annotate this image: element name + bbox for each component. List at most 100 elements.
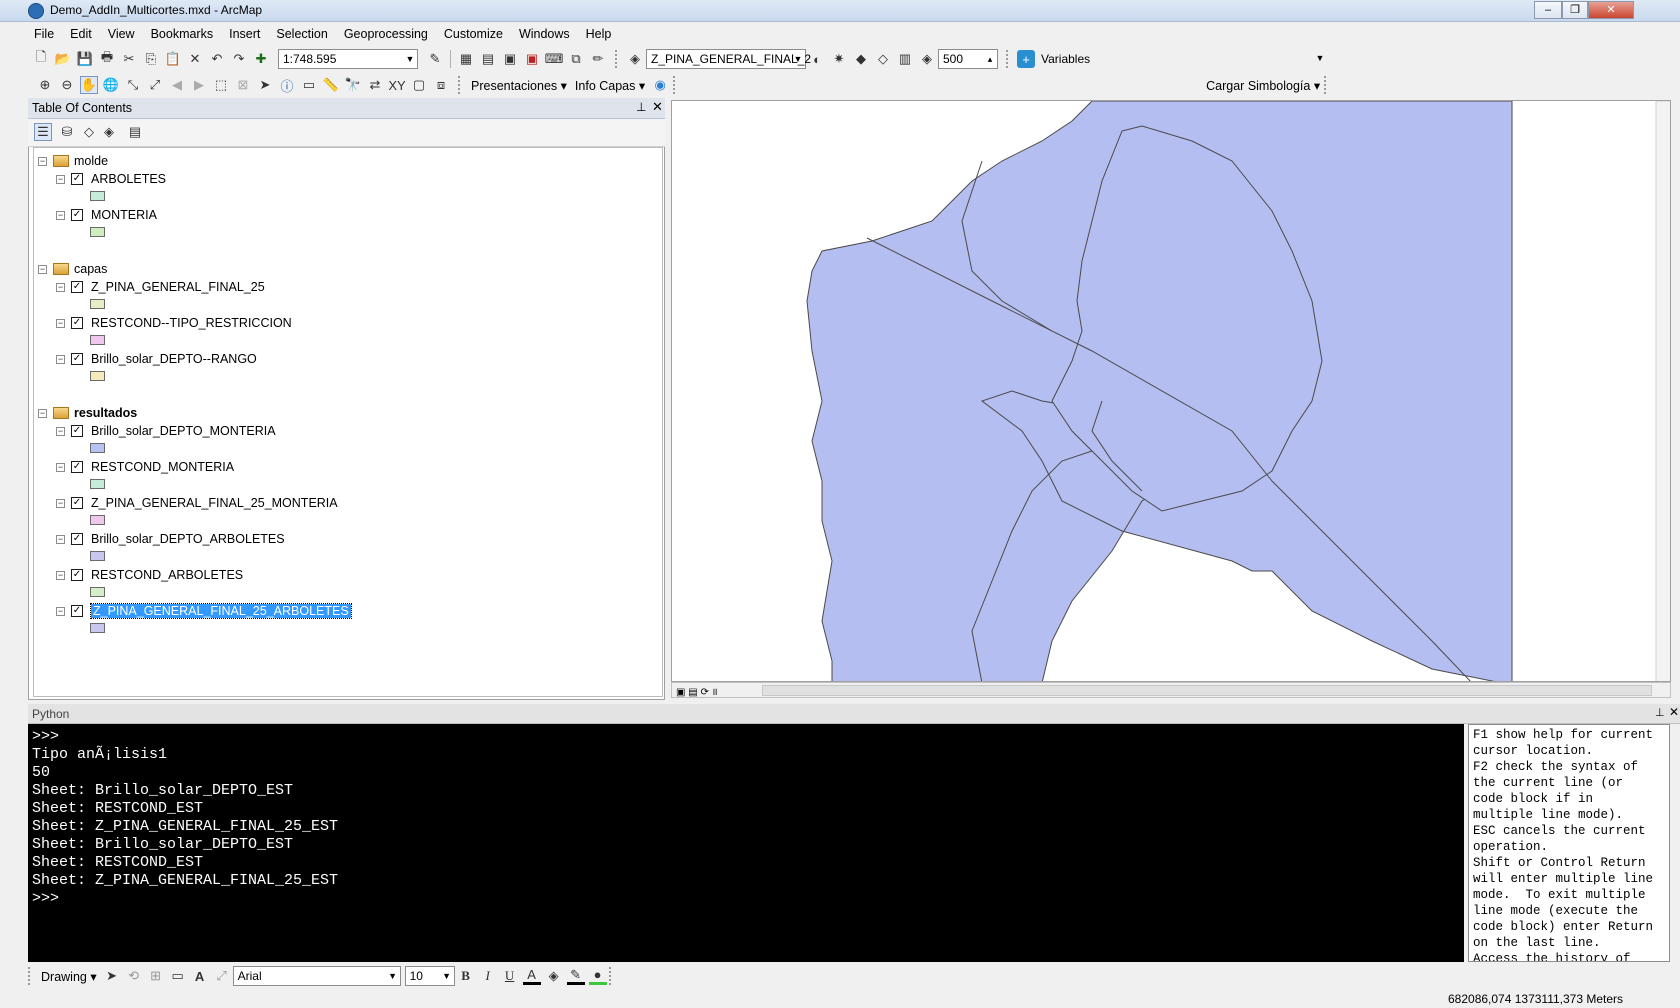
select-elements-icon[interactable]: ➤ [103,967,121,985]
layer-symbol-swatch[interactable] [90,479,105,489]
toolbar-grip[interactable] [1006,50,1012,68]
toolbar-grip[interactable] [28,967,34,985]
numeric-stepper[interactable]: 500 ▴ [938,49,998,69]
toc-layer[interactable]: − ✓ Z_PINA_GENERAL_FINAL_25_MONTERIA [56,494,338,512]
measure-icon[interactable]: 📏 [322,76,340,94]
close-button[interactable]: ✕ [1588,1,1634,19]
add-data-icon[interactable]: ✚ [252,50,270,68]
toc-layer[interactable]: − ✓ MONTERIA [56,206,157,224]
collapse-icon[interactable]: − [38,408,47,418]
diamond-icon[interactable]: ◇ [874,50,892,68]
layer-label[interactable]: Brillo_solar_DEPTO_MONTERIA [91,424,276,438]
layer-visibility-checkbox[interactable]: ✓ [71,569,83,581]
layer-visibility-checkbox[interactable]: ✓ [71,425,83,437]
layer-visibility-checkbox[interactable]: ✓ [71,173,83,185]
layer-symbol-swatch[interactable] [90,371,105,381]
pan-icon[interactable]: ✋ [80,76,98,94]
layer-visibility-checkbox[interactable]: ✓ [71,605,83,617]
toc-group-molde[interactable]: − molde [38,152,108,170]
line-color-icon[interactable]: ✎ [566,967,585,985]
back-icon[interactable]: ◀ [168,76,186,94]
catalog-icon[interactable]: ▤ [479,50,497,68]
toc-layer[interactable]: − ✓ Brillo_solar_DEPTO--RANGO [56,350,257,368]
layer-label[interactable]: Z_PINA_GENERAL_FINAL_25 [91,280,265,294]
search-window-icon[interactable]: ▣ [501,50,519,68]
menu-item-help[interactable]: Help [580,24,618,46]
toc-group-resultados[interactable]: − resultados [38,404,137,422]
toc-layer[interactable]: − ✓ Z_PINA_GENERAL_FINAL_25_ARBOLETES [56,602,352,620]
html-popup-icon[interactable]: ▭ [300,76,318,94]
table-icon[interactable]: ▦ [457,50,475,68]
list-by-visibility-icon[interactable]: ◇ [80,123,98,141]
redo-icon[interactable]: ↷ [230,50,248,68]
toc-group-capas[interactable]: − capas [38,260,107,278]
menu-item-selection[interactable]: Selection [270,24,333,46]
brightness-icon[interactable]: ✷ [830,50,848,68]
layer-visibility-checkbox[interactable]: ✓ [71,353,83,365]
cargar-simbologia-menu[interactable]: Cargar Simbología ▾ [1206,78,1320,93]
collapse-icon[interactable]: − [56,318,65,328]
menu-item-view[interactable]: View [102,24,141,46]
model-builder-icon[interactable]: ⧉ [567,50,585,68]
layer-visibility-checkbox[interactable]: ✓ [71,281,83,293]
new-document-icon[interactable]: 🗋 [32,49,50,68]
toolbar-grip[interactable] [673,76,679,94]
layer-visibility-checkbox[interactable]: ✓ [71,209,83,221]
arctoolbox-icon[interactable]: ▣ [523,50,541,68]
clear-selection-icon[interactable]: ⊠ [234,76,252,94]
layer-symbol-swatch[interactable] [90,551,105,561]
presentaciones-menu[interactable]: Presentaciones ▾ [471,78,567,93]
symbol-icon[interactable]: ◆ [852,50,870,68]
map-horizontal-scrollbar[interactable] [762,685,1652,696]
layer-visibility-checkbox[interactable]: ✓ [71,461,83,473]
collapse-icon[interactable]: − [56,534,65,544]
collapse-icon[interactable]: − [38,156,47,166]
list-by-selection-icon[interactable]: ◈ [100,123,118,141]
cut-icon[interactable]: ✂ [120,50,138,68]
rectangle-icon[interactable]: ▭ [169,967,187,985]
pin-icon[interactable]: ⊥ [636,100,646,114]
drawing-menu[interactable]: Drawing ▾ [41,969,97,984]
toc-layer[interactable]: − ✓ RESTCOND--TIPO_RESTRICCION [56,314,292,332]
collapse-icon[interactable]: − [56,354,65,364]
layout-view-icon[interactable]: ▣ ▤ ⟳ ॥ [676,684,718,698]
collapse-icon[interactable]: − [56,570,65,580]
layer-symbol-swatch[interactable] [90,299,105,309]
fill-color-icon[interactable]: ◈ [545,967,563,985]
swipe-icon[interactable]: ◈ [918,50,936,68]
layer-symbol-swatch[interactable] [90,443,105,453]
font-combo[interactable]: Arial ▼ [232,966,401,986]
save-icon[interactable]: 💾 [76,50,94,68]
menu-item-customize[interactable]: Customize [438,24,509,46]
layer-label[interactable]: Brillo_solar_DEPTO--RANGO [91,352,257,366]
collapse-icon[interactable]: − [56,462,65,472]
find-icon[interactable]: 🔭 [344,76,362,94]
forward-icon[interactable]: ▶ [190,76,208,94]
fixed-zoom-out-icon[interactable]: ⤢ [146,76,164,94]
layer-visibility-checkbox[interactable]: ✓ [71,533,83,545]
layer-visibility-checkbox[interactable]: ✓ [71,497,83,509]
font-size-combo[interactable]: 10 ▼ [404,966,455,986]
layer-symbol-swatch[interactable] [90,515,105,525]
zoom-in-icon[interactable]: ⊕ [36,76,54,94]
list-by-source-icon[interactable]: ⛁ [58,123,76,141]
layer-label[interactable]: ARBOLETES [91,172,166,186]
maximize-button[interactable]: ❐ [1562,1,1588,19]
toolbar-grip[interactable] [615,50,621,68]
undo-icon[interactable]: ↶ [208,50,226,68]
layer-symbol-swatch[interactable] [90,623,105,633]
variables-combo[interactable]: Variables ▼ [1037,49,1327,69]
plus-icon[interactable]: + [1017,50,1035,68]
layer-symbol-swatch[interactable] [90,587,105,597]
python-console[interactable]: >>> Tipo anÃ¡lisis1 50 Sheet: Brillo_solar_… [28,724,1464,962]
layer-label[interactable]: RESTCOND_MONTERIA [91,460,234,474]
collapse-icon[interactable]: − [56,606,65,616]
flicker-icon[interactable]: ▥ [896,50,914,68]
toc-layer[interactable]: − ✓ ARBOLETES [56,170,166,188]
paste-icon[interactable]: 📋 [164,50,182,68]
zoom-to-selected-icon[interactable]: ⊞ [147,967,165,985]
globe-icon[interactable]: ◉ [651,76,669,94]
layer-label[interactable]: Z_PINA_GENERAL_FINAL_25_MONTERIA [91,496,338,510]
fixed-zoom-in-icon[interactable]: ⤡ [124,76,142,94]
pencil-icon[interactable]: ✏ [589,50,607,68]
